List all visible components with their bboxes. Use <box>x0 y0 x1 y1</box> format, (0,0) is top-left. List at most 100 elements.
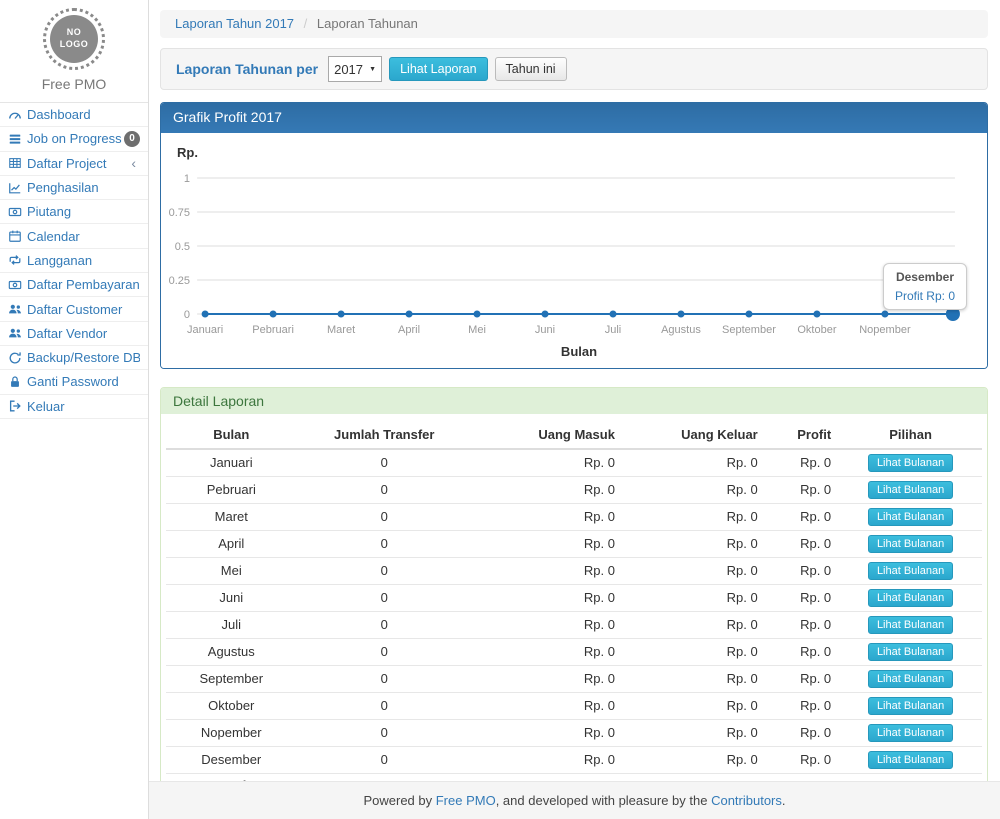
sidebar-item-backup-restore-db[interactable]: Backup/Restore DB <box>0 346 148 370</box>
cell-uang-masuk: Rp. 0 <box>472 693 623 720</box>
detail-table: Bulan Jumlah Transfer Uang Masuk Uang Ke… <box>166 422 982 798</box>
cell-uang-keluar: Rp. 0 <box>623 693 766 720</box>
logo-line1: NO <box>67 27 82 39</box>
lihat-bulanan-button[interactable]: Lihat Bulanan <box>868 589 953 607</box>
cell-bulan: Nopember <box>166 720 297 747</box>
cell-uang-keluar: Rp. 0 <box>623 558 766 585</box>
lihat-bulanan-button[interactable]: Lihat Bulanan <box>868 454 953 472</box>
sidebar-item-ganti-password[interactable]: Ganti Password <box>0 370 148 394</box>
lihat-bulanan-button[interactable]: Lihat Bulanan <box>868 562 953 580</box>
sidebar-item-piutang[interactable]: Piutang <box>0 200 148 224</box>
year-select-value: 2017 <box>334 62 363 77</box>
sidebar-item-label: Daftar Vendor <box>27 326 140 341</box>
footer: Powered by Free PMO, and developed with … <box>149 781 1000 819</box>
sidebar-item-keluar[interactable]: Keluar <box>0 395 148 419</box>
table-header-row: Bulan Jumlah Transfer Uang Masuk Uang Ke… <box>166 422 982 449</box>
sidebar-item-langganan[interactable]: Langganan <box>0 249 148 273</box>
free-pmo-link[interactable]: Free PMO <box>436 793 496 808</box>
job-count-badge: 0 <box>124 131 140 147</box>
lihat-bulanan-button[interactable]: Lihat Bulanan <box>868 535 953 553</box>
lihat-bulanan-button[interactable]: Lihat Bulanan <box>868 481 953 499</box>
cell-profit: Rp. 0 <box>766 585 839 612</box>
cell-profit: Rp. 0 <box>766 720 839 747</box>
footer-text-middle: , and developed with pleasure by the <box>496 793 711 808</box>
lihat-bulanan-button[interactable]: Lihat Bulanan <box>868 508 953 526</box>
column-header-jumlah-transfer: Jumlah Transfer <box>297 422 472 449</box>
svg-text:September: September <box>722 324 776 336</box>
cell-uang-keluar: Rp. 0 <box>623 720 766 747</box>
lock-icon <box>8 375 22 389</box>
cell-jumlah-transfer: 0 <box>297 449 472 477</box>
no-logo-icon: NO LOGO <box>43 8 105 70</box>
sidebar-item-label: Daftar Pembayaran <box>27 277 140 292</box>
cell-uang-masuk: Rp. 0 <box>472 720 623 747</box>
lihat-bulanan-button[interactable]: Lihat Bulanan <box>868 643 953 661</box>
year-select[interactable]: 2017 ▼ <box>328 56 382 82</box>
cell-jumlah-transfer: 0 <box>297 585 472 612</box>
cell-uang-keluar: Rp. 0 <box>623 531 766 558</box>
table-row: Desember 0 Rp. 0 Rp. 0 Rp. 0 Lihat Bulan… <box>166 747 982 774</box>
sidebar-item-label: Backup/Restore DB <box>27 350 140 365</box>
sidebar-item-dashboard[interactable]: Dashboard <box>0 103 148 127</box>
svg-text:0.75: 0.75 <box>169 207 190 219</box>
chevron-left-icon: ‹ <box>131 156 140 170</box>
sidebar-item-daftar-pembayaran[interactable]: Daftar Pembayaran <box>0 273 148 297</box>
sidebar-item-daftar-project[interactable]: Daftar Project ‹ <box>0 152 148 176</box>
cell-profit: Rp. 0 <box>766 693 839 720</box>
breadcrumb-separator: / <box>304 16 308 31</box>
cell-uang-keluar: Rp. 0 <box>623 747 766 774</box>
column-header-bulan: Bulan <box>166 422 297 449</box>
cell-bulan: Juli <box>166 612 297 639</box>
cell-profit: Rp. 0 <box>766 504 839 531</box>
cell-pilihan: Lihat Bulanan <box>839 693 982 720</box>
lihat-bulanan-button[interactable]: Lihat Bulanan <box>868 724 953 742</box>
cell-jumlah-transfer: 0 <box>297 477 472 504</box>
lihat-bulanan-button[interactable]: Lihat Bulanan <box>868 697 953 715</box>
cell-bulan: Mei <box>166 558 297 585</box>
breadcrumb-current: Laporan Tahunan <box>317 16 418 31</box>
cell-pilihan: Lihat Bulanan <box>839 639 982 666</box>
table-row: Agustus 0 Rp. 0 Rp. 0 Rp. 0 Lihat Bulana… <box>166 639 982 666</box>
cell-uang-keluar: Rp. 0 <box>623 639 766 666</box>
sidebar-item-daftar-customer[interactable]: Daftar Customer <box>0 297 148 321</box>
sidebar-item-label: Piutang <box>27 204 140 219</box>
brand-name: Free PMO <box>0 76 148 92</box>
table-row: Maret 0 Rp. 0 Rp. 0 Rp. 0 Lihat Bulanan <box>166 504 982 531</box>
sidebar-nav: Dashboard Job on Progress 0 Daftar Proje… <box>0 102 148 419</box>
retweet-icon <box>8 253 22 267</box>
cell-uang-keluar: Rp. 0 <box>623 612 766 639</box>
sidebar-item-calendar[interactable]: Calendar <box>0 224 148 248</box>
cell-jumlah-transfer: 0 <box>297 693 472 720</box>
sidebar-item-job-on-progress[interactable]: Job on Progress 0 <box>0 127 148 151</box>
users-icon <box>8 302 22 316</box>
cell-profit: Rp. 0 <box>766 612 839 639</box>
profit-chart-panel: Grafik Profit 2017 Rp.00.250.50.751Janua… <box>160 102 988 369</box>
contributors-link[interactable]: Contributors <box>711 793 782 808</box>
breadcrumb-link-laporan-tahun[interactable]: Laporan Tahun 2017 <box>175 16 294 31</box>
detail-table-body: Januari 0 Rp. 0 Rp. 0 Rp. 0 Lihat Bulana… <box>166 449 982 774</box>
svg-text:Juni: Juni <box>535 324 555 336</box>
table-row: Juni 0 Rp. 0 Rp. 0 Rp. 0 Lihat Bulanan <box>166 585 982 612</box>
detail-panel-title: Detail Laporan <box>161 388 987 414</box>
cell-jumlah-transfer: 0 <box>297 747 472 774</box>
cell-uang-keluar: Rp. 0 <box>623 585 766 612</box>
column-header-profit: Profit <box>766 422 839 449</box>
tahun-ini-button[interactable]: Tahun ini <box>495 57 567 81</box>
chart-panel-body: Rp.00.250.50.751JanuariPebruariMaretApri… <box>161 133 987 368</box>
calendar-icon <box>8 229 22 243</box>
profit-line-chart[interactable]: Rp.00.250.50.751JanuariPebruariMaretApri… <box>161 133 987 368</box>
sidebar-item-penghasilan[interactable]: Penghasilan <box>0 176 148 200</box>
sidebar-item-daftar-vendor[interactable]: Daftar Vendor <box>0 322 148 346</box>
svg-text:Nopember: Nopember <box>859 324 911 336</box>
money-icon <box>8 278 22 292</box>
report-filter-bar: Laporan Tahunan per 2017 ▼ Lihat Laporan… <box>160 48 988 90</box>
cell-pilihan: Lihat Bulanan <box>839 747 982 774</box>
lihat-bulanan-button[interactable]: Lihat Bulanan <box>868 670 953 688</box>
cell-uang-masuk: Rp. 0 <box>472 612 623 639</box>
lihat-bulanan-button[interactable]: Lihat Bulanan <box>868 616 953 634</box>
lihat-laporan-button[interactable]: Lihat Laporan <box>389 57 487 81</box>
sidebar-item-label: Penghasilan <box>27 180 140 195</box>
column-header-uang-keluar: Uang Keluar <box>623 422 766 449</box>
lihat-bulanan-button[interactable]: Lihat Bulanan <box>868 751 953 769</box>
cell-profit: Rp. 0 <box>766 558 839 585</box>
